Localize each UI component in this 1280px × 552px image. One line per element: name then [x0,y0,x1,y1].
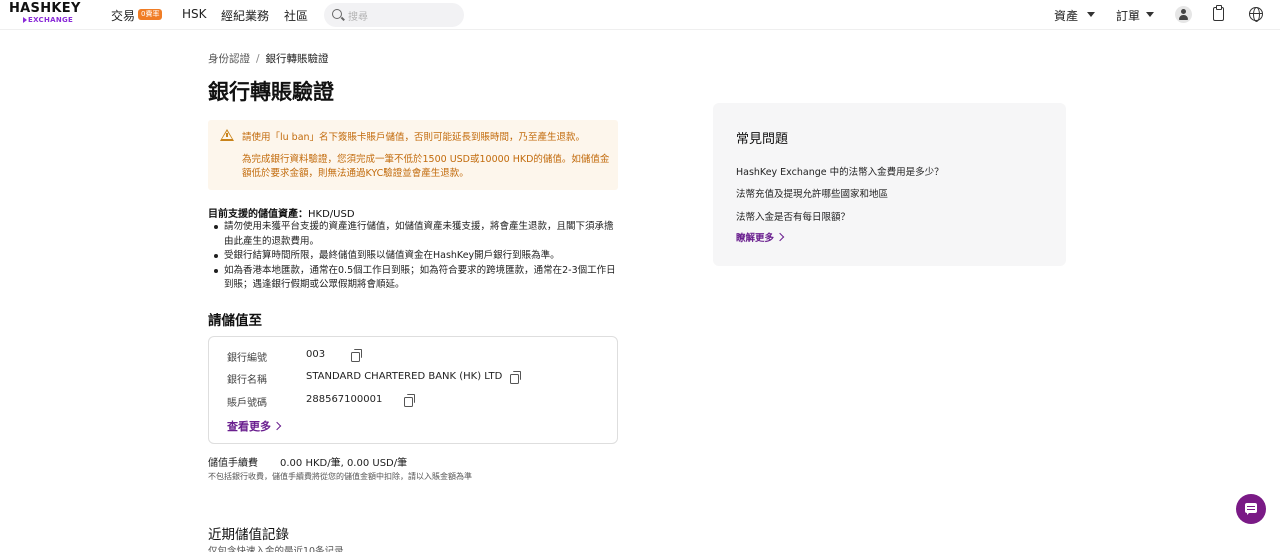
faq-panel: 常見問題 HashKey Exchange 中的法幣入金費用是多少？ 法幣充值及… [713,103,1066,266]
warning-banner: 請使用「lu ban」名下簽賬卡賬戶儲值，否則可能延長到賬時間，乃至產生退款。 … [208,120,618,190]
zero-fee-badge: 0費率 [138,9,163,20]
bank-code-value: 003 [306,349,326,360]
fee-value: 0.00 HKD/筆, 0.00 USD/筆 [280,458,408,469]
bank-name-label: 銀行名稱 [227,375,267,386]
caret-down-icon[interactable] [1146,12,1154,17]
chevron-right-icon [775,232,785,242]
warning-text-2: 為完成銀行資料驗證，您須完成一筆不低於1500 USD或10000 HKD的儲值… [242,154,610,179]
faq-title: 常見問題 [736,132,789,147]
orders-menu[interactable]: 訂單 [1116,7,1140,24]
breadcrumb: 身份認證 / 銀行轉賬驗證 [208,51,329,66]
breadcrumb-separator: / [256,53,260,65]
recent-deposits-note: 仅包含快速入金的最近10条记录 [208,546,344,552]
deposit-to-title: 請儲值至 [208,313,262,329]
logo-subtitle: EXCHANGE [9,16,89,25]
chevron-right-icon [272,421,282,431]
globe-icon[interactable] [1249,7,1263,22]
breadcrumb-current: 銀行轉賬驗證 [265,53,329,65]
account-number-value: 288567100001 [306,394,383,405]
assets-menu[interactable]: 資產 [1054,7,1078,24]
list-item: 受銀行結算時間所限，最終儲值到賬以儲值資金在HashKey開戶銀行到賬為準。 [212,249,617,264]
faq-question[interactable]: 法幣充值及提現允許哪些國家和地區 [736,186,888,200]
copy-icon[interactable] [351,349,362,362]
search-placeholder: 搜尋 [348,12,368,23]
supported-assets: 目前支援的儲值資產：HKD/USD [208,209,355,220]
chat-icon [1245,503,1257,515]
list-item: 如為香港本地匯款，通常在0.5個工作日到賬；如為符合要求的跨境匯款，通常在2-3… [212,264,617,293]
nav-hsk[interactable]: HSK [182,7,207,21]
nav-brokerage[interactable]: 經紀業務 [221,7,269,24]
faq-question[interactable]: 法幣入金是否有每日限額？ [736,209,850,223]
copy-icon[interactable] [510,371,521,384]
fee-note: 不包括銀行收費，儲值手續費將從您的儲值金額中扣除，請以入賬金額為準 [208,472,472,481]
learn-more-link[interactable]: 瞭解更多 [736,230,785,244]
clipboard-icon[interactable] [1213,5,1224,21]
view-more-link[interactable]: 查看更多 [227,418,282,434]
nav-community[interactable]: 社區 [284,7,308,24]
warning-icon [220,129,234,141]
bank-name-value: STANDARD CHARTERED BANK (HK) LTD [306,371,503,382]
page-title: 銀行轉賬驗證 [208,80,334,104]
warning-text-1: 請使用「lu ban」名下簽賬卡賬戶儲值，否則可能延長到賬時間，乃至產生退款。 [242,132,586,143]
copy-icon[interactable] [404,394,415,407]
hashkey-logo[interactable]: HASHKEY EXCHANGE [9,2,89,28]
nav-trade[interactable]: 交易 [111,7,135,24]
search-input[interactable]: 搜尋 [324,3,464,27]
avatar-icon[interactable] [1175,6,1192,23]
top-nav: HASHKEY EXCHANGE 交易 0費率 HSK 經紀業務 社區 搜尋 資… [0,0,1280,30]
caret-down-icon[interactable] [1087,12,1095,17]
bank-info-card: 銀行編號 003 銀行名稱 STANDARD CHARTERED BANK (H… [208,336,618,444]
rules-list: 請勿使用未獲平台支援的資產進行儲值，如儲值資產未獲支援，將會產生退款，且閣下須承… [212,220,617,293]
search-icon [332,9,342,19]
chat-support-button[interactable] [1236,494,1266,524]
recent-deposits-title: 近期儲值記錄 [208,527,289,543]
breadcrumb-identity[interactable]: 身份認證 [208,53,250,65]
faq-question[interactable]: HashKey Exchange 中的法幣入金費用是多少？ [736,164,944,178]
bank-code-label: 銀行編號 [227,353,267,364]
fee-label: 儲值手續費 [208,458,258,469]
account-number-label: 賬戶號碼 [227,398,267,409]
list-item: 請勿使用未獲平台支援的資產進行儲值，如儲值資產未獲支援，將會產生退款，且閣下須承… [212,220,617,249]
logo-wordmark: HASHKEY [9,1,81,16]
